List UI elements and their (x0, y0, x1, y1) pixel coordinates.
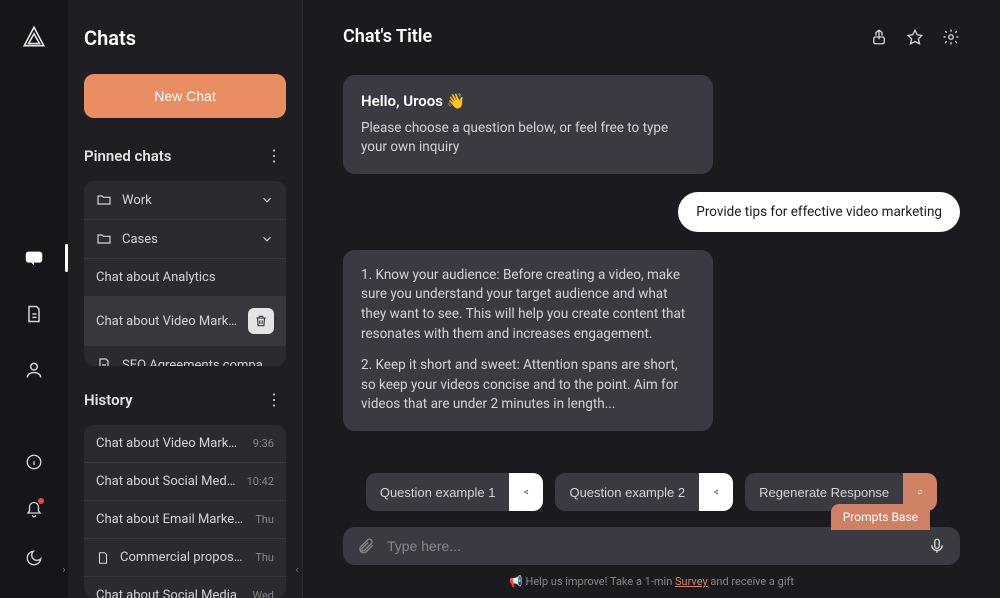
new-chat-button[interactable]: New Chat (84, 74, 286, 118)
share-icon[interactable] (870, 28, 888, 46)
history-label: Chat about Video Marketing (96, 436, 243, 451)
folder-label: Work (122, 193, 250, 208)
nav-notifications-icon[interactable] (14, 490, 54, 530)
pinned-chat-analytics[interactable]: Chat about Analytics (84, 259, 286, 297)
history-time: 9:36 (253, 437, 274, 450)
bot-paragraph: 2. Keep it short and sweet: Attention sp… (361, 356, 695, 415)
folder-work[interactable]: Work (84, 181, 286, 220)
history-time: Wed (252, 589, 274, 598)
quick-label: Question example 2 (555, 485, 699, 500)
sidebar-title: Chats (84, 26, 286, 50)
send-icon (509, 473, 543, 511)
nav-info-icon[interactable] (14, 442, 54, 482)
chevron-down-icon (260, 232, 274, 246)
bot-response: 1. Know your audience: Before creating a… (343, 250, 713, 431)
regenerate-label: Regenerate Response (745, 485, 903, 500)
sidebar: Chats New Chat Pinned chats ⋮ Work Cases… (68, 0, 303, 598)
pinned-heading: Pinned chats (84, 147, 172, 165)
history-item[interactable]: Chat about Video Marketing 9:36 (84, 425, 286, 463)
settings-icon[interactable] (942, 28, 960, 46)
greeting-sub: Please choose a question below, or feel … (361, 119, 695, 158)
conversation: Hello, Uroos 👋 Please choose a question … (343, 75, 960, 457)
nav-chats-icon[interactable] (14, 238, 54, 278)
history-label: Chat about Email Marketing (96, 512, 245, 527)
pinned-label: Chat about Video Market... (96, 314, 238, 329)
history-heading: History (84, 391, 133, 409)
folder-cases[interactable]: Cases (84, 220, 286, 259)
greeting-title: Hello, Uroos 👋 (361, 91, 695, 113)
chevron-down-icon (260, 193, 274, 207)
main-header: Chat's Title (343, 26, 960, 47)
footer-pre: 📢 Help us improve! Take a 1-min (509, 575, 675, 588)
notification-badge (38, 498, 44, 504)
attach-icon[interactable] (357, 537, 375, 555)
quick-question-1[interactable]: Question example 1 (366, 473, 544, 511)
message-input-row (343, 527, 960, 565)
pinned-label: Chat about Analytics (96, 270, 274, 285)
pinned-list: Work Cases Chat about Analytics Chat abo… (84, 181, 286, 366)
history-time: Thu (255, 513, 274, 526)
bot-greeting: Hello, Uroos 👋 Please choose a question … (343, 75, 713, 174)
folder-icon (96, 231, 112, 247)
nav-theme-icon[interactable] (14, 538, 54, 578)
history-item[interactable]: Chat about Email Marketing Thu (84, 501, 286, 539)
history-label: Chat about Social Media (96, 588, 242, 598)
history-label: Commercial proposal Ag... (120, 550, 245, 565)
history-label: Chat about Social Media (96, 474, 237, 489)
pinned-label: SEO Agreements compar... (122, 358, 274, 367)
user-message: Provide tips for effective video marketi… (678, 192, 960, 232)
message-input[interactable] (387, 538, 916, 554)
footer-note: 📢 Help us improve! Take a 1-min Survey a… (343, 575, 960, 588)
folder-icon (96, 192, 112, 208)
pinned-chat-video-marketing[interactable]: Chat about Video Market... (84, 297, 286, 346)
history-time: Thu (255, 551, 274, 564)
footer-post: and receive a gift (708, 575, 794, 588)
pin-icon[interactable] (906, 28, 924, 46)
sidebar-collapse-toggle[interactable]: ‹ (292, 562, 302, 578)
history-menu-icon[interactable]: ⋮ (262, 386, 286, 413)
history-item[interactable]: Chat about Social Media Wed (84, 577, 286, 598)
pinned-chat-seo[interactable]: SEO Agreements compar... (84, 346, 286, 366)
delete-chat-button[interactable] (248, 308, 274, 334)
prompts-base-tag[interactable]: Prompts Base (831, 504, 930, 530)
document-icon (96, 551, 110, 565)
main-panel: Chat's Title Hello, Uroos 👋 Please choos… (303, 0, 1000, 598)
icon-rail: › (0, 0, 68, 598)
document-icon (96, 357, 112, 366)
history-list: Chat about Video Marketing 9:36 Chat abo… (84, 425, 286, 598)
nav-documents-icon[interactable] (14, 294, 54, 334)
nav-profile-icon[interactable] (14, 350, 54, 390)
send-icon (699, 473, 733, 511)
chat-title: Chat's Title (343, 26, 432, 47)
app-logo (21, 24, 47, 50)
bot-paragraph: 1. Know your audience: Before creating a… (361, 266, 695, 344)
history-time: 10:42 (247, 475, 274, 488)
history-item[interactable]: Chat about Social Media 10:42 (84, 463, 286, 501)
survey-link[interactable]: Survey (675, 575, 708, 588)
quick-label: Question example 1 (366, 485, 510, 500)
history-item[interactable]: Commercial proposal Ag... Thu (84, 539, 286, 577)
quick-question-2[interactable]: Question example 2 (555, 473, 733, 511)
mic-icon[interactable] (928, 537, 946, 555)
folder-label: Cases (122, 232, 250, 247)
pinned-menu-icon[interactable]: ⋮ (262, 142, 286, 169)
trash-icon (254, 314, 268, 328)
